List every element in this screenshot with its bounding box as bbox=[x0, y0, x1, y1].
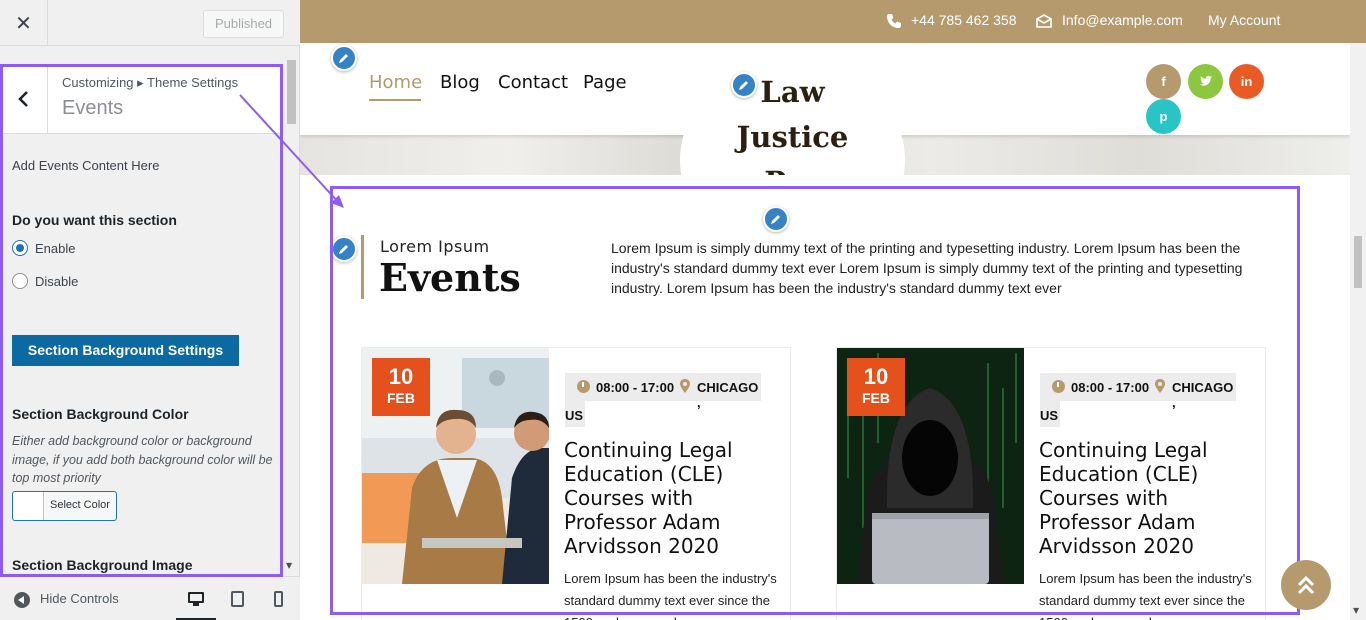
nav-link-home[interactable]: Home bbox=[369, 72, 422, 93]
select-color-label: Select Color bbox=[50, 499, 110, 511]
edit-shortcut-pencil-icon[interactable] bbox=[731, 72, 757, 98]
event-location-country: US bbox=[565, 408, 584, 423]
section-background-settings-button[interactable]: Section Background Settings bbox=[12, 335, 239, 366]
customizer-footer: Hide Controls bbox=[0, 576, 300, 620]
nav-link-page[interactable]: Page bbox=[583, 72, 627, 93]
events-eyebrow: Lorem Ipsum bbox=[380, 237, 490, 256]
background-color-description: Either add background color or backgroun… bbox=[12, 434, 273, 485]
double-chevron-up-icon bbox=[1297, 575, 1315, 595]
event-title[interactable]: Continuing Legal Education (CLE) Courses… bbox=[564, 438, 764, 558]
panel-title: Events bbox=[62, 97, 124, 119]
phone-number[interactable]: +44 785 462 358 bbox=[911, 12, 1017, 28]
my-account-link[interactable]: My Account bbox=[1208, 12, 1280, 28]
customizer-sidebar: ✕ Published Customizing ▸ Theme Settings… bbox=[0, 0, 300, 620]
linkedin-icon[interactable]: in bbox=[1229, 64, 1264, 99]
events-description: Lorem Ipsum is simply dummy text of the … bbox=[611, 240, 1243, 296]
event-location-country: US bbox=[1040, 408, 1059, 423]
active-nav-underline bbox=[369, 99, 421, 101]
event-excerpt: Lorem Ipsum has been the industry's stan… bbox=[564, 571, 777, 620]
events-section: Lorem Ipsum Events Lorem Ipsum is simply… bbox=[300, 175, 1350, 620]
events-title: Events bbox=[379, 255, 521, 300]
email-link[interactable]: Info@example.com bbox=[1062, 12, 1183, 28]
edit-shortcut-pencil-icon[interactable] bbox=[331, 45, 357, 71]
section-toggle-label: Do you want this section bbox=[12, 212, 177, 228]
event-date-badge: 10 FEB bbox=[847, 358, 905, 416]
desktop-icon[interactable] bbox=[188, 591, 204, 607]
nav-link-contact[interactable]: Contact bbox=[498, 72, 568, 93]
event-location: CHICAGO , bbox=[1172, 380, 1234, 410]
preview-scrollbar[interactable] bbox=[1350, 43, 1366, 620]
event-card[interactable]: 10 FEB 08:00 - 17:00 CHICAGO , US Contin… bbox=[361, 347, 791, 620]
breadcrumb: Customizing ▸ Theme Settings bbox=[62, 75, 239, 90]
scroll-down-arrow-icon[interactable]: ▼ bbox=[1353, 606, 1359, 615]
published-button[interactable]: Published bbox=[203, 10, 284, 38]
event-meta: 08:00 - 17:00 CHICAGO , US bbox=[1040, 373, 1236, 428]
customizer-header: ✕ Published bbox=[0, 0, 300, 46]
location-pin-icon bbox=[1155, 379, 1165, 393]
color-swatch bbox=[13, 492, 44, 520]
facebook-icon[interactable]: f bbox=[1146, 64, 1181, 99]
scroll-down-arrow-icon[interactable]: ▼ bbox=[286, 561, 292, 570]
hooded-hacker-photo: 10 FEB bbox=[837, 348, 1024, 584]
event-title[interactable]: Continuing Legal Education (CLE) Courses… bbox=[1039, 438, 1239, 558]
back-button[interactable] bbox=[0, 64, 48, 134]
hide-controls-button[interactable]: Hide Controls bbox=[40, 591, 119, 606]
background-color-label: Section Background Color bbox=[12, 406, 189, 422]
event-meta: 08:00 - 17:00 CHICAGO , US bbox=[565, 373, 761, 428]
disable-radio[interactable] bbox=[12, 273, 28, 289]
panel-scrollbar-thumb[interactable] bbox=[287, 60, 296, 124]
edit-shortcut-pencil-icon[interactable] bbox=[763, 206, 789, 232]
site-preview: +44 785 462 358 Info@example.com My Acco… bbox=[300, 0, 1366, 620]
event-day: 10 bbox=[863, 364, 889, 389]
scroll-to-top-button[interactable] bbox=[1281, 560, 1331, 610]
chevron-left-icon bbox=[17, 91, 28, 107]
event-card[interactable]: 10 FEB 08:00 - 17:00 CHICAGO , US Contin… bbox=[836, 347, 1266, 620]
close-customizer-button[interactable]: ✕ bbox=[0, 0, 48, 46]
event-location: CHICAGO , bbox=[697, 380, 759, 410]
mail-icon bbox=[1036, 14, 1052, 28]
logo-line: Justice bbox=[736, 120, 849, 154]
event-time: 08:00 - 17:00 bbox=[1071, 380, 1150, 395]
event-date-badge: 10 FEB bbox=[372, 358, 430, 416]
event-day: 10 bbox=[388, 364, 414, 389]
panel-description: Add Events Content Here bbox=[12, 158, 160, 173]
event-excerpt: Lorem Ipsum has been the industry's stan… bbox=[1039, 571, 1252, 620]
background-image-label: Section Background Image bbox=[12, 557, 193, 573]
heading-accent-bar bbox=[361, 235, 364, 299]
preview-scrollbar-thumb[interactable] bbox=[1354, 236, 1362, 288]
disable-radio-label: Disable bbox=[35, 274, 79, 289]
location-pin-icon bbox=[680, 379, 690, 393]
business-meeting-photo: 10 FEB bbox=[362, 348, 549, 584]
hide-controls-icon[interactable] bbox=[14, 592, 30, 608]
panel-header: Customizing ▸ Theme Settings Events bbox=[0, 64, 283, 134]
event-month: FEB bbox=[862, 390, 890, 406]
tablet-icon[interactable] bbox=[230, 591, 246, 607]
enable-radio-label: Enable bbox=[35, 241, 76, 256]
phone-icon bbox=[887, 14, 901, 28]
events-panel: Customizing ▸ Theme Settings Events Add … bbox=[0, 46, 283, 576]
select-color-button[interactable]: Select Color bbox=[12, 491, 117, 521]
mobile-icon[interactable] bbox=[272, 591, 288, 607]
event-month: FEB bbox=[387, 390, 415, 406]
twitter-icon[interactable] bbox=[1188, 64, 1223, 99]
enable-radio[interactable] bbox=[12, 240, 28, 256]
top-bar: +44 785 462 358 Info@example.com My Acco… bbox=[300, 0, 1366, 43]
panel-scrollbar[interactable] bbox=[284, 46, 299, 576]
nav-link-blog[interactable]: Blog bbox=[440, 72, 480, 93]
pinterest-icon[interactable]: p bbox=[1146, 99, 1181, 134]
clock-icon bbox=[577, 380, 590, 393]
edit-shortcut-pencil-icon[interactable] bbox=[331, 236, 357, 262]
clock-icon bbox=[1052, 380, 1065, 393]
event-time: 08:00 - 17:00 bbox=[596, 380, 675, 395]
